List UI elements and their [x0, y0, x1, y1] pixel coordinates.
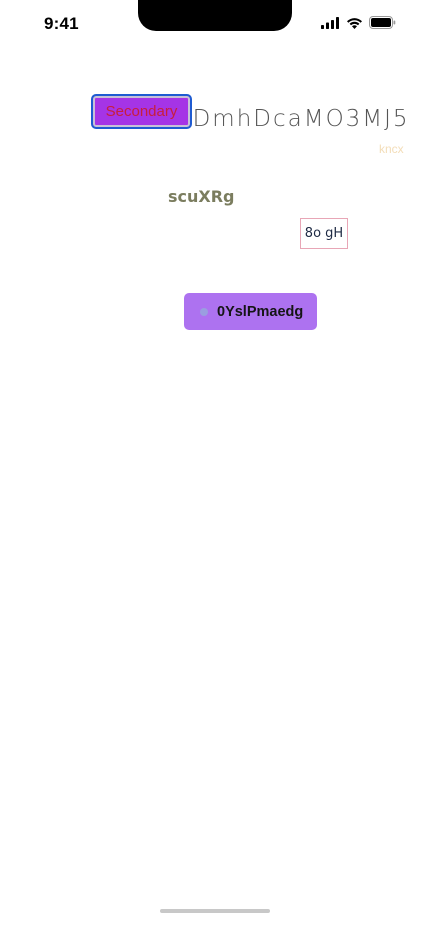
home-indicator[interactable]: [160, 909, 270, 913]
battery-icon: [369, 16, 396, 34]
heading-text: nDmhDcaMO3MJ5: [176, 106, 410, 132]
status-time: 9:41: [44, 14, 79, 33]
boxed-tag: 8o gH: [300, 218, 348, 249]
status-icons: [321, 16, 396, 34]
primary-button[interactable]: 0YslPmaedg: [184, 293, 317, 330]
faint-label: kncx: [379, 142, 404, 156]
dot-icon: [200, 307, 208, 316]
device-notch: [138, 0, 292, 31]
secondary-button[interactable]: Secondary: [91, 94, 192, 129]
olive-label: scuXRg: [168, 187, 235, 206]
wifi-icon: [346, 16, 363, 34]
cellular-signal-icon: [321, 16, 340, 34]
primary-button-label: 0YslPmaedg: [217, 303, 304, 320]
